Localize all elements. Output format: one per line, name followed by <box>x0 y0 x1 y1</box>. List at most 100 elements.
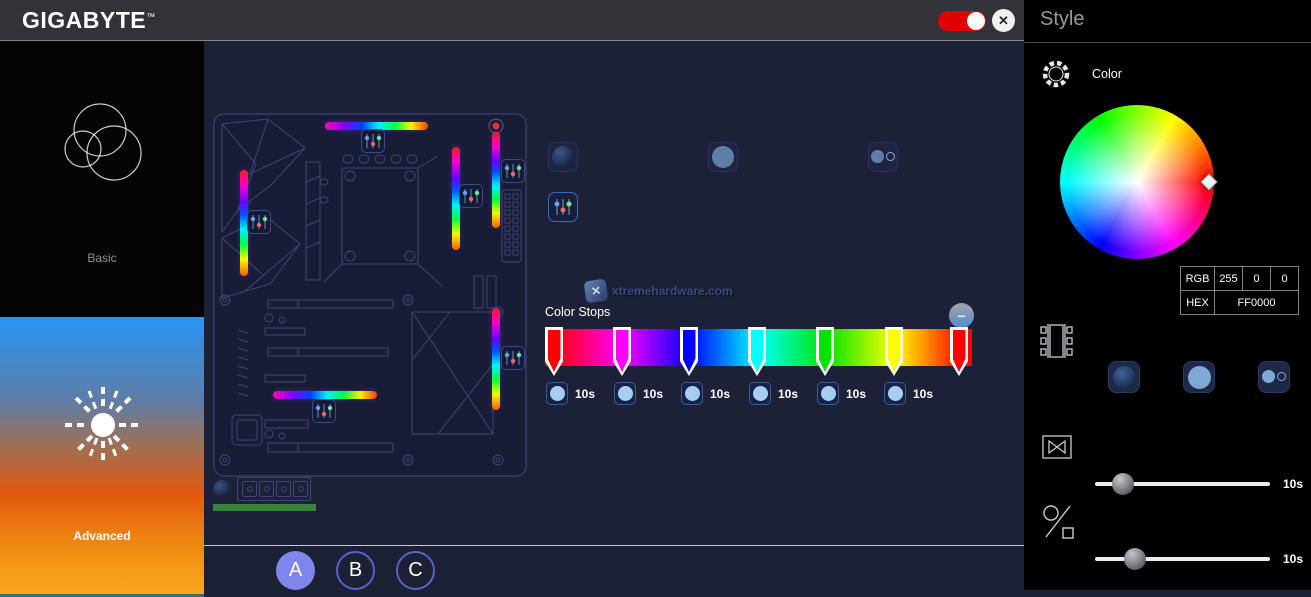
close-icon: ✕ <box>998 13 1009 29</box>
style-option-pulse[interactable] <box>1183 361 1215 393</box>
segment-duration-button[interactable] <box>749 382 771 405</box>
sidebar-item-basic[interactable]: Basic <box>0 41 204 317</box>
color-stop-marker[interactable] <box>885 327 903 376</box>
style-option-transition[interactable] <box>1258 361 1290 393</box>
mini-sliders-icon <box>460 185 482 207</box>
led-strip-bottom[interactable] <box>273 391 377 399</box>
led-power-toggle[interactable] <box>938 11 986 31</box>
rgb-b-value[interactable]: 0 <box>1271 267 1299 291</box>
segment-dot-icon <box>753 386 768 401</box>
rgb-label: RGB <box>1181 267 1215 291</box>
mini-sliders-icon <box>502 160 524 182</box>
duo-orb-icon <box>1262 369 1286 385</box>
led-strip-right-lower[interactable] <box>492 308 500 410</box>
panel-bottom-strip <box>1024 590 1311 597</box>
color-wheel[interactable] <box>1060 105 1214 259</box>
hex-label: HEX <box>1181 291 1215 315</box>
dark-orb-icon <box>1113 366 1136 389</box>
style-option-static[interactable] <box>1108 361 1140 393</box>
color-stop-marker[interactable] <box>680 327 698 376</box>
brightness-slider[interactable] <box>1095 548 1270 570</box>
sidebar-item-label: Basic <box>0 251 204 265</box>
segment-dot-icon <box>618 386 633 401</box>
segment-dot-icon <box>821 386 836 401</box>
color-stop-marker[interactable] <box>545 327 563 376</box>
film-strip-icon <box>1038 322 1074 360</box>
minus-icon: − <box>957 308 965 324</box>
transition-icon <box>1040 430 1074 464</box>
slider-track[interactable] <box>1095 557 1270 561</box>
color-section-label: Color <box>1092 67 1122 81</box>
led-header-connector[interactable] <box>237 477 311 501</box>
zone-settings-badge[interactable] <box>247 210 271 234</box>
sliders-icon <box>551 195 575 219</box>
color-stop-marker[interactable] <box>613 327 631 376</box>
starburst-icon <box>57 379 149 471</box>
color-stop-marker[interactable] <box>816 327 834 376</box>
zone-settings-badge[interactable] <box>312 399 336 423</box>
panel-divider <box>1024 42 1311 43</box>
main-canvas: ✕ xtremehardware.com Color Stops − 10s 1… <box>204 41 1024 597</box>
mini-sliders-icon <box>362 130 384 152</box>
overlapping-circles-icon <box>57 99 147 189</box>
segment-duration-button[interactable] <box>614 382 636 405</box>
style-panel: Style Color RGB 255 0 0 HEX FF0000 <box>1024 0 1311 597</box>
watermark-x-icon: ✕ <box>584 279 609 304</box>
speed-slider[interactable] <box>1095 473 1270 495</box>
color-value-table: RGB 255 0 0 HEX FF0000 <box>1180 266 1299 315</box>
segment-dot-icon <box>888 386 903 401</box>
duo-orb-icon <box>871 149 895 165</box>
sidebar-item-label: Advanced <box>0 529 204 543</box>
dark-orb-icon <box>552 146 574 168</box>
brightness-percent-icon <box>1040 503 1076 541</box>
slider-handle[interactable] <box>1124 548 1146 570</box>
profile-bar: A B C <box>204 545 1024 597</box>
watermark: ✕ xtremehardware.com <box>585 280 733 302</box>
mini-sliders-icon <box>248 211 270 233</box>
gigabyte-logo: GIGABYTE™ <box>22 7 156 34</box>
mode-button-transition[interactable] <box>868 142 898 172</box>
rgb-fusion-window: GIGABYTE™ ✕ Basic <box>0 0 1311 597</box>
color-stop-marker[interactable] <box>748 327 766 376</box>
segment-duration-button[interactable] <box>546 382 568 405</box>
remove-stop-button[interactable]: − <box>949 303 974 328</box>
segment-duration-button[interactable] <box>817 382 839 405</box>
brightness-value: 10s <box>1283 552 1303 566</box>
watermark-text: xtremehardware.com <box>612 284 733 298</box>
color-mixer-button[interactable] <box>548 192 578 222</box>
slider-handle[interactable] <box>1112 473 1134 495</box>
hex-value[interactable]: FF0000 <box>1215 291 1299 315</box>
close-button[interactable]: ✕ <box>992 9 1015 32</box>
toggle-knob <box>967 12 985 30</box>
flat-orb-icon <box>712 146 734 168</box>
duration-label: 10s <box>643 387 663 401</box>
rgb-r-value[interactable]: 255 <box>1215 267 1243 291</box>
fan-zone-button[interactable] <box>213 480 231 498</box>
color-stops-label: Color Stops <box>545 305 610 319</box>
mini-sliders-icon <box>313 400 335 422</box>
zone-settings-badge[interactable] <box>501 159 525 183</box>
profile-button-b[interactable]: B <box>336 551 375 590</box>
profile-button-c[interactable]: C <box>396 551 435 590</box>
mini-sliders-icon <box>502 347 524 369</box>
zone-settings-badge[interactable] <box>501 346 525 370</box>
rgb-g-value[interactable]: 0 <box>1243 267 1271 291</box>
led-strip-right-upper[interactable] <box>492 132 500 228</box>
segment-duration-button[interactable] <box>681 382 703 405</box>
duration-label: 10s <box>846 387 866 401</box>
motherboard-illustration <box>212 112 528 478</box>
zone-highlight-bar <box>213 504 316 511</box>
zone-settings-badge[interactable] <box>361 129 385 153</box>
profile-button-a[interactable]: A <box>276 551 315 590</box>
panel-title: Style <box>1040 8 1084 31</box>
color-stop-marker[interactable] <box>950 327 968 376</box>
sidebar-item-advanced[interactable]: Advanced <box>0 317 204 594</box>
sidebar: Basic Advanced <box>0 41 204 597</box>
segment-dot-icon <box>550 386 565 401</box>
duration-label: 10s <box>913 387 933 401</box>
zone-settings-badge[interactable] <box>459 184 483 208</box>
mode-button-static[interactable] <box>548 142 578 172</box>
title-bar: GIGABYTE™ ✕ <box>0 0 1024 41</box>
mode-button-pulse[interactable] <box>708 142 738 172</box>
segment-duration-button[interactable] <box>884 382 906 405</box>
